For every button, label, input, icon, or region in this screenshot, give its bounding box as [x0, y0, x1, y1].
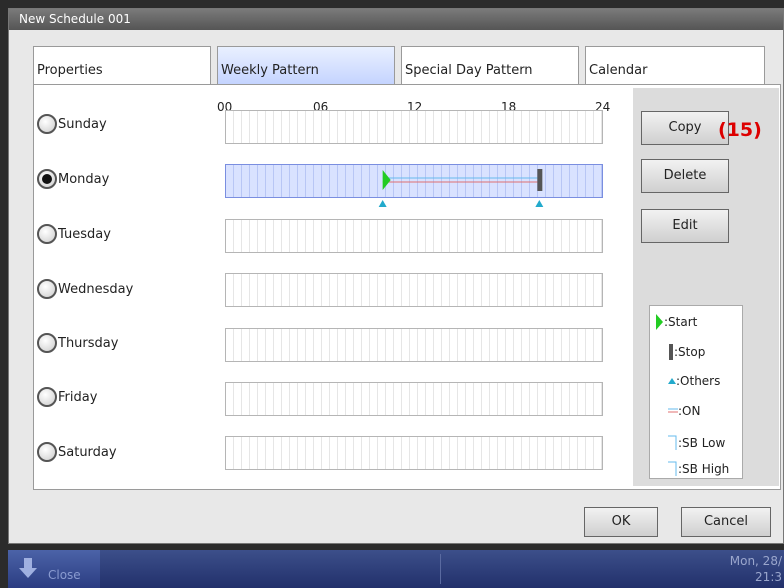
tab-weekly-pattern[interactable]: Weekly Pattern — [217, 46, 395, 84]
radio-saturday[interactable] — [37, 442, 57, 462]
legend: :Start :Stop :Others :ON :SB Low :SB Hig… — [649, 305, 743, 479]
monday-events-layer — [378, 169, 544, 207]
radio-friday[interactable] — [37, 387, 57, 407]
tab-properties[interactable]: Properties — [33, 46, 211, 84]
close-button[interactable]: Close — [8, 550, 100, 588]
day-label-monday: Monday — [58, 171, 110, 187]
legend-start: :Start — [654, 314, 697, 330]
radio-monday[interactable] — [37, 169, 57, 189]
timeline-bar-wednesday[interactable] — [225, 273, 603, 307]
legend-on-label: :ON — [678, 404, 701, 418]
timeline-bar-tuesday[interactable] — [225, 219, 603, 253]
day-row-saturday[interactable]: Saturday — [37, 437, 117, 467]
others-marker-icon — [668, 378, 676, 384]
copy-button[interactable]: Copy — [641, 111, 729, 145]
timeline-bar-friday[interactable] — [225, 382, 603, 416]
legend-others-label: :Others — [676, 374, 721, 388]
day-label-friday: Friday — [58, 389, 98, 405]
tab-special-day-pattern[interactable]: Special Day Pattern — [401, 46, 579, 84]
edit-button[interactable]: Edit — [641, 209, 729, 243]
legend-sb-high: :SB High — [668, 460, 729, 478]
legend-start-label: :Start — [664, 315, 698, 329]
sb-low-icon — [668, 435, 677, 450]
timeline-bar-thursday[interactable] — [225, 328, 603, 362]
sb-high-icon — [668, 461, 677, 476]
day-label-tuesday: Tuesday — [58, 226, 111, 242]
stop-marker — [537, 169, 543, 191]
day-row-tuesday[interactable]: Tuesday — [37, 219, 111, 249]
schedule-window: New Schedule 001 Properties Weekly Patte… — [8, 8, 784, 544]
taskbar-date: Mon, 28/ — [729, 554, 782, 568]
day-label-wednesday: Wednesday — [58, 281, 134, 297]
day-row-wednesday[interactable]: Wednesday — [37, 274, 133, 304]
day-row-monday[interactable]: Monday — [37, 164, 109, 194]
radio-thursday[interactable] — [37, 333, 57, 353]
taskbar-time: 21:3 — [755, 570, 782, 584]
callout-label: (15) — [718, 119, 762, 141]
start-marker-icon — [656, 314, 663, 330]
day-row-friday[interactable]: Friday — [37, 382, 97, 412]
legend-sb-low: :SB Low — [668, 434, 725, 452]
taskbar-divider — [440, 554, 441, 584]
legend-stop-label: :Stop — [674, 345, 706, 359]
ok-button[interactable]: OK — [584, 507, 658, 537]
day-row-thursday[interactable]: Thursday — [37, 328, 118, 358]
day-label-saturday: Saturday — [58, 444, 117, 460]
close-label: Close — [48, 568, 81, 582]
delete-button[interactable]: Delete — [641, 159, 729, 193]
taskbar: Close Mon, 28/ 21:3 — [8, 550, 784, 588]
on-line-icon — [668, 408, 678, 413]
cancel-button[interactable]: Cancel — [681, 507, 771, 537]
day-row-sunday[interactable]: Sunday — [37, 109, 107, 139]
others-marker-1 — [535, 200, 544, 207]
window-title: New Schedule 001 — [9, 9, 783, 30]
legend-sb-high-label: :SB High — [678, 462, 730, 476]
legend-stop: :Stop — [668, 344, 705, 360]
timeline-bar-sunday[interactable] — [225, 110, 603, 144]
others-marker-0 — [378, 200, 387, 207]
timeline-bar-monday[interactable] — [225, 164, 603, 207]
legend-others: :Others — [668, 374, 720, 388]
day-label-thursday: Thursday — [58, 335, 119, 351]
tab-calendar[interactable]: Calendar — [585, 46, 765, 84]
legend-sb-low-label: :SB Low — [678, 436, 726, 450]
start-marker — [382, 170, 391, 190]
arrow-down-icon — [19, 558, 37, 578]
radio-tuesday[interactable] — [37, 224, 57, 244]
day-label-sunday: Sunday — [58, 116, 107, 132]
legend-on: :ON — [668, 404, 700, 418]
radio-sunday[interactable] — [37, 114, 57, 134]
radio-wednesday[interactable] — [37, 279, 57, 299]
timeline-bar-saturday[interactable] — [225, 436, 603, 470]
